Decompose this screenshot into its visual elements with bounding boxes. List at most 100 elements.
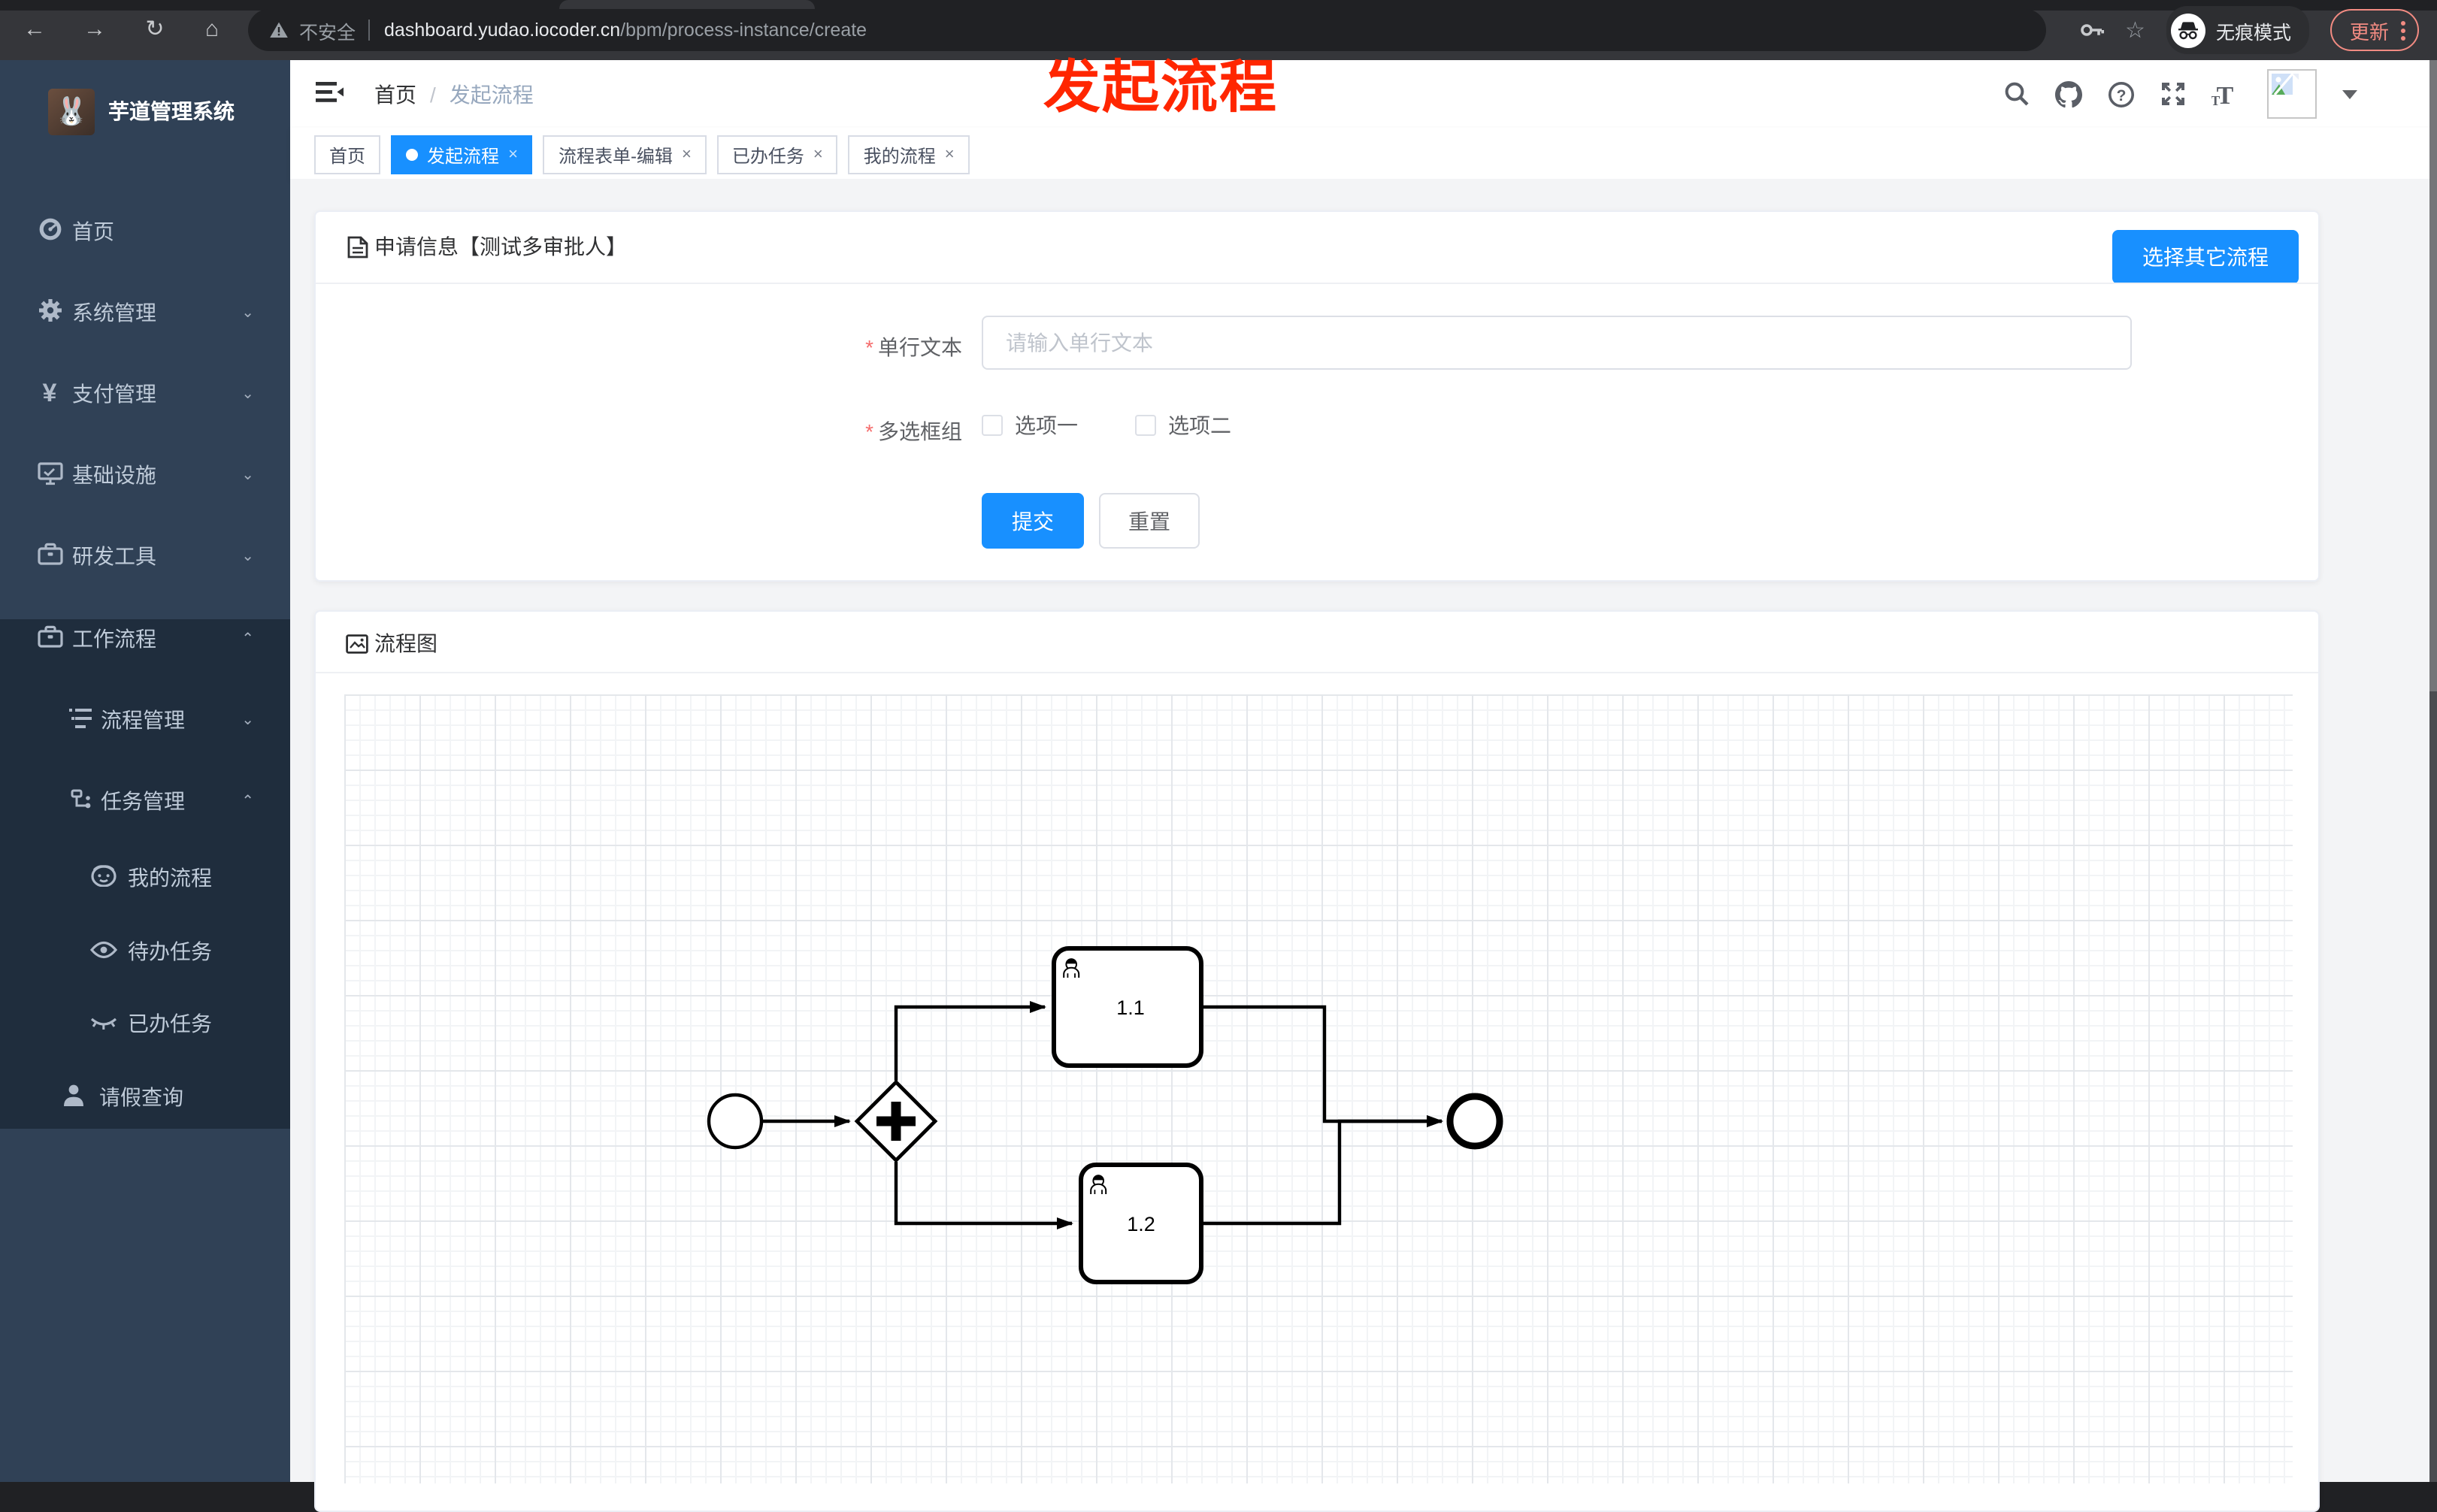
- monitor-icon: [36, 461, 63, 489]
- font-size-icon[interactable]: TT: [2211, 82, 2242, 106]
- sidebar: 🐰 芋道管理系统 首页 系统管理 ⌄ ¥ 支付管理 ⌄ 基础设施 ⌄ 研发工具 …: [0, 60, 290, 1482]
- checkbox-icon[interactable]: [982, 415, 1003, 436]
- required-asterisk: *: [865, 419, 873, 443]
- tag-form-edit[interactable]: 流程表单-编辑 ×: [543, 135, 707, 174]
- tag-label: 我的流程: [863, 145, 936, 166]
- image-icon: [346, 634, 368, 653]
- sidebar-item-leave-query[interactable]: 请假查询: [0, 1060, 290, 1135]
- reset-button[interactable]: 重置: [1099, 493, 1200, 549]
- broken-image-icon: [2272, 74, 2299, 95]
- close-icon[interactable]: ×: [813, 146, 823, 164]
- tag-done-tasks[interactable]: 已办任务 ×: [716, 135, 838, 174]
- close-icon[interactable]: ×: [945, 146, 955, 164]
- help-icon[interactable]: ?: [2108, 80, 2135, 107]
- org-node-icon: [68, 788, 95, 814]
- tag-create-process[interactable]: 发起流程 ×: [391, 135, 533, 174]
- sidebar-item-label: 研发工具: [72, 544, 156, 568]
- flow-task2-to-end: [1201, 1115, 1443, 1226]
- svg-text:?: ?: [2117, 86, 2127, 104]
- chevron-down-icon: ⌄: [241, 386, 254, 402]
- bpmn-end-event: [1446, 1093, 1503, 1150]
- dashboard-icon: [36, 216, 63, 246]
- tag-label: 发起流程: [427, 145, 500, 166]
- diagram-card-header: 流程图: [346, 628, 437, 658]
- browser-menu-dots-icon[interactable]: [2401, 17, 2405, 43]
- avatar[interactable]: [2267, 69, 2317, 119]
- toolbox-icon: [36, 543, 63, 570]
- sidebar-item-task-mgmt[interactable]: 任务管理 ⌃: [0, 764, 290, 839]
- bpmn-start-event: [707, 1093, 764, 1150]
- chevron-down-icon: ⌄: [241, 712, 254, 728]
- tags-view-bar: 首页 发起流程 × 流程表单-编辑 × 已办任务 × 我的流程 ×: [290, 128, 2437, 180]
- face-icon: [90, 864, 117, 891]
- close-icon[interactable]: ×: [508, 146, 518, 164]
- sidebar-item-process-mgmt[interactable]: 流程管理 ⌄: [0, 682, 290, 758]
- bookmark-star-icon[interactable]: ☆: [2125, 17, 2145, 44]
- chevron-down-icon[interactable]: [2342, 89, 2357, 98]
- not-secure-warning-icon: [269, 21, 289, 39]
- bpmn-parallel-gateway: [854, 1079, 938, 1163]
- submit-button[interactable]: 提交: [982, 493, 1084, 549]
- sidebar-item-my-process[interactable]: 我的流程: [0, 840, 290, 915]
- page-header: 首页 / 发起流程 ? TT: [290, 60, 2437, 128]
- browser-back-icon[interactable]: ←: [18, 14, 51, 47]
- sidebar-item-infra[interactable]: 基础设施 ⌄: [0, 437, 290, 513]
- scrollbar-thumb[interactable]: [2429, 60, 2437, 691]
- incognito-badge: 无痕模式: [2166, 6, 2309, 54]
- breadcrumb-home[interactable]: 首页: [374, 80, 416, 110]
- diagram-card-title: 流程图: [374, 631, 437, 655]
- process-diagram-card: 流程图 1.1 1.2: [314, 610, 2320, 1512]
- search-icon[interactable]: [2004, 81, 2030, 107]
- sidebar-collapse-icon[interactable]: [316, 81, 344, 104]
- card-header-divider: [316, 672, 2318, 673]
- incognito-icon: [2170, 13, 2205, 47]
- list-tree-icon: [68, 707, 95, 733]
- checkbox-option-1[interactable]: 选项一: [982, 410, 1078, 440]
- browser-reload-icon[interactable]: ↻: [138, 14, 171, 47]
- breadcrumb-separator: /: [430, 83, 436, 107]
- key-icon[interactable]: [2080, 23, 2104, 38]
- tag-home[interactable]: 首页: [314, 135, 381, 174]
- sidebar-item-system[interactable]: 系统管理 ⌄: [0, 275, 290, 350]
- checkbox-icon[interactable]: [1135, 415, 1156, 436]
- tag-label: 已办任务: [731, 145, 804, 166]
- tag-my-process[interactable]: 我的流程 ×: [848, 135, 970, 174]
- sidebar-item-label: 系统管理: [72, 301, 156, 325]
- browser-home-icon[interactable]: ⌂: [195, 14, 229, 47]
- yen-icon: ¥: [42, 379, 57, 407]
- update-button[interactable]: 更新: [2330, 9, 2419, 51]
- form-card-header: 申请信息【测试多审批人】: [347, 231, 627, 262]
- sidebar-item-todo-tasks[interactable]: 待办任务: [0, 914, 290, 989]
- sidebar-item-label: 任务管理: [101, 789, 185, 813]
- security-label[interactable]: 不安全: [299, 16, 356, 44]
- sidebar-item-label: 首页: [72, 219, 114, 243]
- chevron-up-icon: ⌃: [241, 793, 254, 809]
- sidebar-item-home[interactable]: 首页: [0, 194, 290, 269]
- required-asterisk: *: [865, 335, 873, 359]
- sidebar-header[interactable]: 🐰 芋道管理系统: [0, 75, 290, 147]
- flow-gateway-to-task2: [894, 1162, 1073, 1229]
- github-icon[interactable]: [2055, 80, 2082, 107]
- flow-task1-to-end: [1203, 1005, 1443, 1127]
- sidebar-item-label: 支付管理: [72, 382, 156, 406]
- toolbox-icon: [36, 625, 63, 652]
- application-window: ← → ↻ ⌂ 不安全 dashboard.yudao.iocoder.cn/b…: [0, 0, 2437, 1512]
- close-icon[interactable]: ×: [682, 146, 692, 164]
- checkbox-label: 选项二: [1168, 413, 1231, 437]
- fullscreen-icon[interactable]: [2160, 81, 2186, 107]
- bpmn-canvas[interactable]: 1.1 1.2: [344, 694, 2293, 1483]
- checkbox-option-2[interactable]: 选项二: [1135, 410, 1231, 440]
- single-line-text-input[interactable]: [982, 316, 2132, 370]
- sidebar-item-label: 基础设施: [72, 463, 156, 487]
- sidebar-item-label: 我的流程: [128, 866, 212, 890]
- sidebar-item-devtools[interactable]: 研发工具 ⌄: [0, 519, 290, 594]
- sidebar-item-done-tasks[interactable]: 已办任务: [0, 986, 290, 1061]
- browser-forward-icon[interactable]: →: [78, 14, 111, 47]
- choose-other-process-button[interactable]: 选择其它流程: [2112, 230, 2299, 284]
- page-scrollbar[interactable]: [2429, 60, 2437, 1482]
- application-form-card: 申请信息【测试多审批人】 选择其它流程 *单行文本 *多选框组 选项一 选: [314, 210, 2320, 582]
- sidebar-item-payment[interactable]: ¥ 支付管理 ⌄: [0, 356, 290, 431]
- sidebar-item-workflow[interactable]: 工作流程 ⌃: [0, 601, 290, 676]
- active-dot: [406, 149, 419, 161]
- tag-label: 流程表单-编辑: [558, 145, 673, 166]
